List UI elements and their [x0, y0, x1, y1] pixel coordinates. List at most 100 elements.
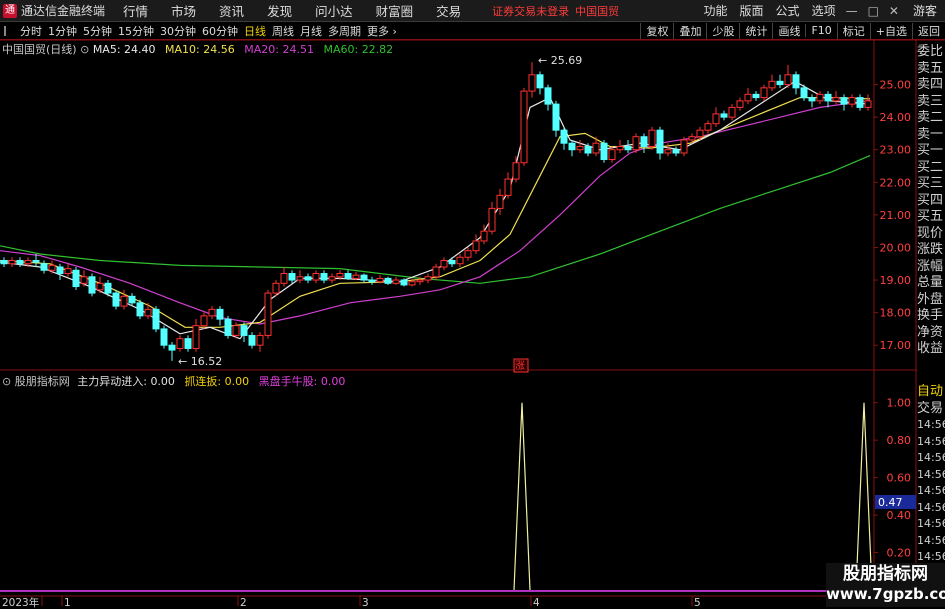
indicator-name[interactable]: 股朋指标网 — [15, 375, 70, 388]
candle — [848, 94, 856, 108]
candle — [592, 136, 600, 157]
candle — [312, 270, 320, 284]
candle-body — [384, 277, 392, 284]
candle-body — [576, 145, 584, 151]
period-tab-multi[interactable]: 多周期 — [328, 23, 361, 39]
period-tab-intraday[interactable]: 分时 — [20, 23, 42, 39]
quote-row-label: 现价 — [917, 225, 944, 241]
menu-ask[interactable]: 问小达 — [315, 1, 353, 20]
period-tab-15min[interactable]: 15分钟 — [118, 23, 154, 39]
chart-settings-icon[interactable]: ⊙ — [80, 43, 89, 56]
menu-trade[interactable]: 交易 — [436, 1, 461, 20]
candle-body — [720, 113, 728, 118]
candle-body — [496, 194, 504, 209]
maximize-icon[interactable]: □ — [868, 4, 879, 18]
y-tick-label: 21.00 — [880, 209, 912, 222]
mark-button[interactable]: 标记 — [836, 22, 870, 39]
candle — [264, 289, 272, 339]
menu-markets[interactable]: 市场 — [171, 1, 196, 20]
period-tab-more[interactable]: 更多 › — [367, 23, 397, 39]
login-warning[interactable]: 证券交易未登录 — [492, 3, 569, 19]
menu-news[interactable]: 资讯 — [219, 1, 244, 20]
more-label: 更多 — [367, 24, 389, 38]
minimize-icon[interactable]: — — [846, 4, 858, 18]
period-tab-monthly[interactable]: 月线 — [300, 23, 322, 39]
candle-body — [600, 142, 608, 161]
quote-row-label: 净资 — [917, 324, 944, 340]
kline-chart[interactable]: 25.0024.0023.0022.0021.0020.0019.0018.00… — [0, 0, 945, 609]
candle-body — [536, 74, 544, 89]
candle-body — [544, 87, 552, 105]
signal-spike — [855, 402, 873, 591]
adjust-button[interactable]: 复权 — [640, 22, 673, 39]
y-tick-label: 22.00 — [880, 176, 912, 189]
ma10-value: 24.56 — [203, 43, 235, 56]
candle — [584, 143, 592, 157]
menu-layout[interactable]: 版面 — [740, 2, 764, 19]
period-tab-30min[interactable]: 30分钟 — [160, 23, 196, 39]
candle — [728, 104, 736, 121]
auto-trade-tab[interactable]: 交易 — [917, 401, 945, 418]
candle — [504, 172, 512, 199]
f10-button[interactable]: F10 — [805, 24, 836, 37]
chart-stock-label[interactable]: 中国国贸(日线) — [2, 43, 77, 56]
candle — [800, 84, 808, 101]
candle-body — [408, 281, 416, 286]
candle — [760, 84, 768, 101]
menu-discover[interactable]: 发现 — [267, 1, 292, 20]
candle — [496, 188, 504, 215]
period-tab-daily[interactable]: 日线 — [244, 23, 266, 39]
back-icon[interactable] — [4, 25, 14, 36]
main-inflow-value: 0.00 — [150, 375, 175, 388]
candle — [752, 91, 760, 101]
watermark-url: www.7gpzb.com — [826, 585, 945, 603]
menu-market[interactable]: 行情 — [123, 1, 148, 20]
candle — [96, 276, 104, 294]
auto-trade-tab[interactable]: 自动 — [917, 384, 945, 401]
candle — [864, 94, 872, 111]
y-tick-label: 24.00 — [880, 111, 912, 124]
period-tab-1min[interactable]: 1分钟 — [48, 23, 77, 39]
candle-body — [456, 256, 464, 265]
candle — [104, 280, 112, 297]
user-label[interactable]: 游客 — [913, 2, 937, 19]
candle — [392, 276, 400, 285]
candle-body — [808, 97, 816, 102]
period-tab-60min[interactable]: 60分钟 — [202, 23, 238, 39]
candle-body — [768, 80, 776, 89]
candle — [240, 322, 248, 342]
draw-line-button[interactable]: 画线 — [772, 22, 805, 39]
quote-row-label: 卖四 — [917, 77, 944, 92]
candle-body — [0, 259, 8, 265]
indicator-settings-icon[interactable]: ⊙ — [2, 375, 11, 388]
candle-body — [136, 302, 144, 317]
menu-options[interactable]: 选项 — [812, 2, 836, 19]
menu-wealth[interactable]: 财富圈 — [376, 1, 414, 20]
few-stocks-button[interactable]: 少股 — [706, 22, 739, 39]
menu-formula[interactable]: 公式 — [776, 2, 800, 19]
period-tab-5min[interactable]: 5分钟 — [83, 23, 112, 39]
sub-tick-label: 0.80 — [887, 434, 912, 447]
candle-body — [392, 279, 400, 284]
ma5-name: MA5 — [92, 43, 117, 56]
ma20-name: MA20 — [244, 43, 276, 56]
return-button[interactable]: 返回 — [912, 22, 945, 39]
y-tick-label: 18.00 — [880, 307, 912, 320]
menu-function[interactable]: 功能 — [704, 2, 728, 19]
candle-body — [424, 276, 432, 281]
candle — [544, 84, 552, 111]
sub-chart-header: ⊙ 股朋指标网 主力异动进入: 0.00 抓连扳: 0.00 黑盘手牛股: 0.… — [2, 373, 345, 389]
candle-body — [88, 276, 96, 294]
quote-row-label: 买二 — [917, 159, 944, 175]
period-toolbar: 分时 1分钟 5分钟 15分钟 30分钟 60分钟 日线 周线 月线 多周期 更… — [0, 22, 945, 40]
quote-row-label: 换手 — [917, 308, 944, 323]
overlay-button[interactable]: 叠加 — [673, 22, 706, 39]
period-tab-weekly[interactable]: 周线 — [272, 23, 294, 39]
candle — [808, 94, 816, 108]
candle — [824, 91, 832, 108]
close-icon[interactable]: ✕ — [889, 4, 899, 18]
candle-body — [432, 266, 440, 278]
add-watchlist-button[interactable]: +自选 — [869, 22, 912, 39]
stats-button[interactable]: 统计 — [739, 22, 772, 39]
candle-body — [848, 97, 856, 105]
